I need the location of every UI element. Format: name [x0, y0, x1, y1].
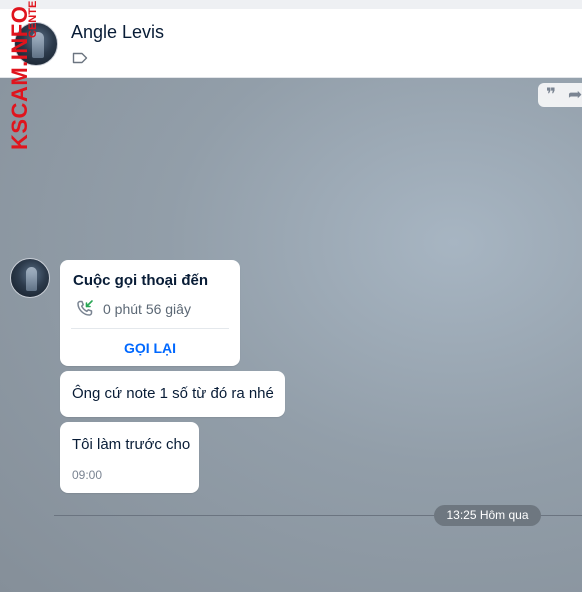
watermark: KSCAM.INFO CENTER [4, 0, 39, 150]
quote-icon[interactable]: ❞ [546, 85, 556, 105]
tag-icon[interactable] [72, 52, 88, 64]
message-time: 09:00 [72, 468, 103, 482]
divider [71, 328, 229, 329]
contact-name[interactable]: Angle Levis [71, 22, 164, 43]
message-bubble[interactable]: Ông cứ note 1 số từ đó ra nhé [60, 371, 285, 417]
chat-area: ❞ ➦ Cuộc gọi thoại đến 0 phút 56 giây GỌ… [0, 78, 582, 592]
message-toolbar: ❞ ➦ [538, 83, 582, 107]
window-top-strip [0, 0, 582, 9]
message-text: Tôi làm trước cho [72, 436, 191, 453]
date-separator-label: 13:25 Hôm qua [434, 505, 541, 526]
message-bubble[interactable]: Tôi làm trước cho 09:00 [60, 422, 199, 493]
share-icon[interactable]: ➦ [568, 85, 582, 105]
chat-header: Angle Levis [0, 9, 582, 78]
call-back-button[interactable]: GỌI LẠI [60, 340, 240, 356]
call-title: Cuộc gọi thoại đến [73, 272, 208, 289]
message-text: Ông cứ note 1 số từ đó ra nhé [72, 385, 274, 402]
call-duration: 0 phút 56 giây [103, 301, 191, 317]
watermark-sub-text: CENTER [27, 0, 39, 38]
avatar-figure [26, 267, 37, 291]
sender-avatar[interactable] [10, 258, 50, 298]
incoming-call-icon [77, 300, 93, 316]
incoming-call-card: Cuộc gọi thoại đến 0 phút 56 giây GỌI LẠ… [60, 260, 240, 366]
